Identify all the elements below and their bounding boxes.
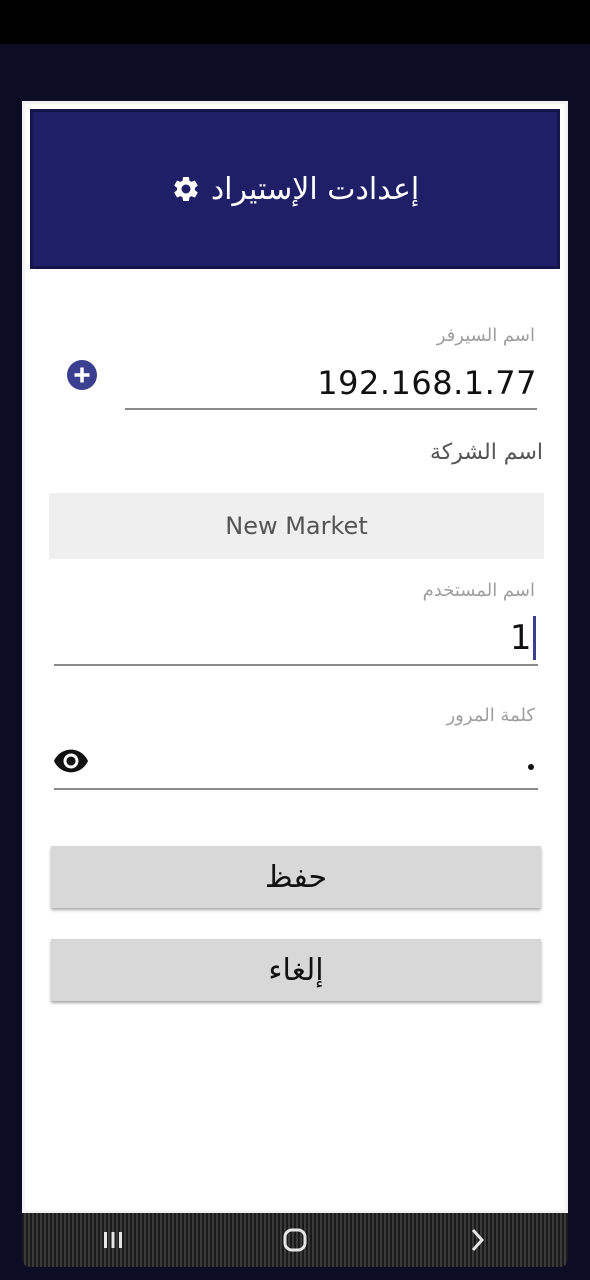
recents-icon[interactable] [98,1225,128,1255]
cancel-button[interactable]: إلغاء [51,939,541,1001]
company-name-value: New Market [225,512,368,540]
username-input[interactable]: 1 [54,614,538,666]
server-name-value: 192.168.1.77 [317,364,537,402]
password-label: كلمة المرور [446,705,535,726]
import-settings-dialog: إعدادت الإستيراد اسم السيرفر 192.168.1.7… [22,101,568,1213]
navigation-bar [22,1213,568,1267]
company-name-label: اسم الشركة [429,440,543,465]
gear-icon [174,176,198,201]
password-mask-dot [528,764,534,770]
plus-circle-icon[interactable] [67,360,97,390]
password-input[interactable] [54,740,538,790]
dialog-title: إعدادت الإستيراد [210,171,420,207]
save-button[interactable]: حفظ [51,846,541,908]
username-label: اسم المستخدم [422,580,535,601]
company-name-select[interactable]: New Market [49,493,544,559]
eye-icon[interactable] [54,748,88,774]
server-name-input[interactable]: 192.168.1.77 [125,362,537,410]
username-value: 1 [509,618,532,658]
home-icon[interactable] [280,1225,310,1255]
status-bar [0,0,590,44]
dialog-header: إعدادت الإستيراد [30,109,560,269]
server-name-label: اسم السيرفر [436,325,535,346]
back-icon[interactable] [462,1225,492,1255]
text-cursor [533,616,536,660]
